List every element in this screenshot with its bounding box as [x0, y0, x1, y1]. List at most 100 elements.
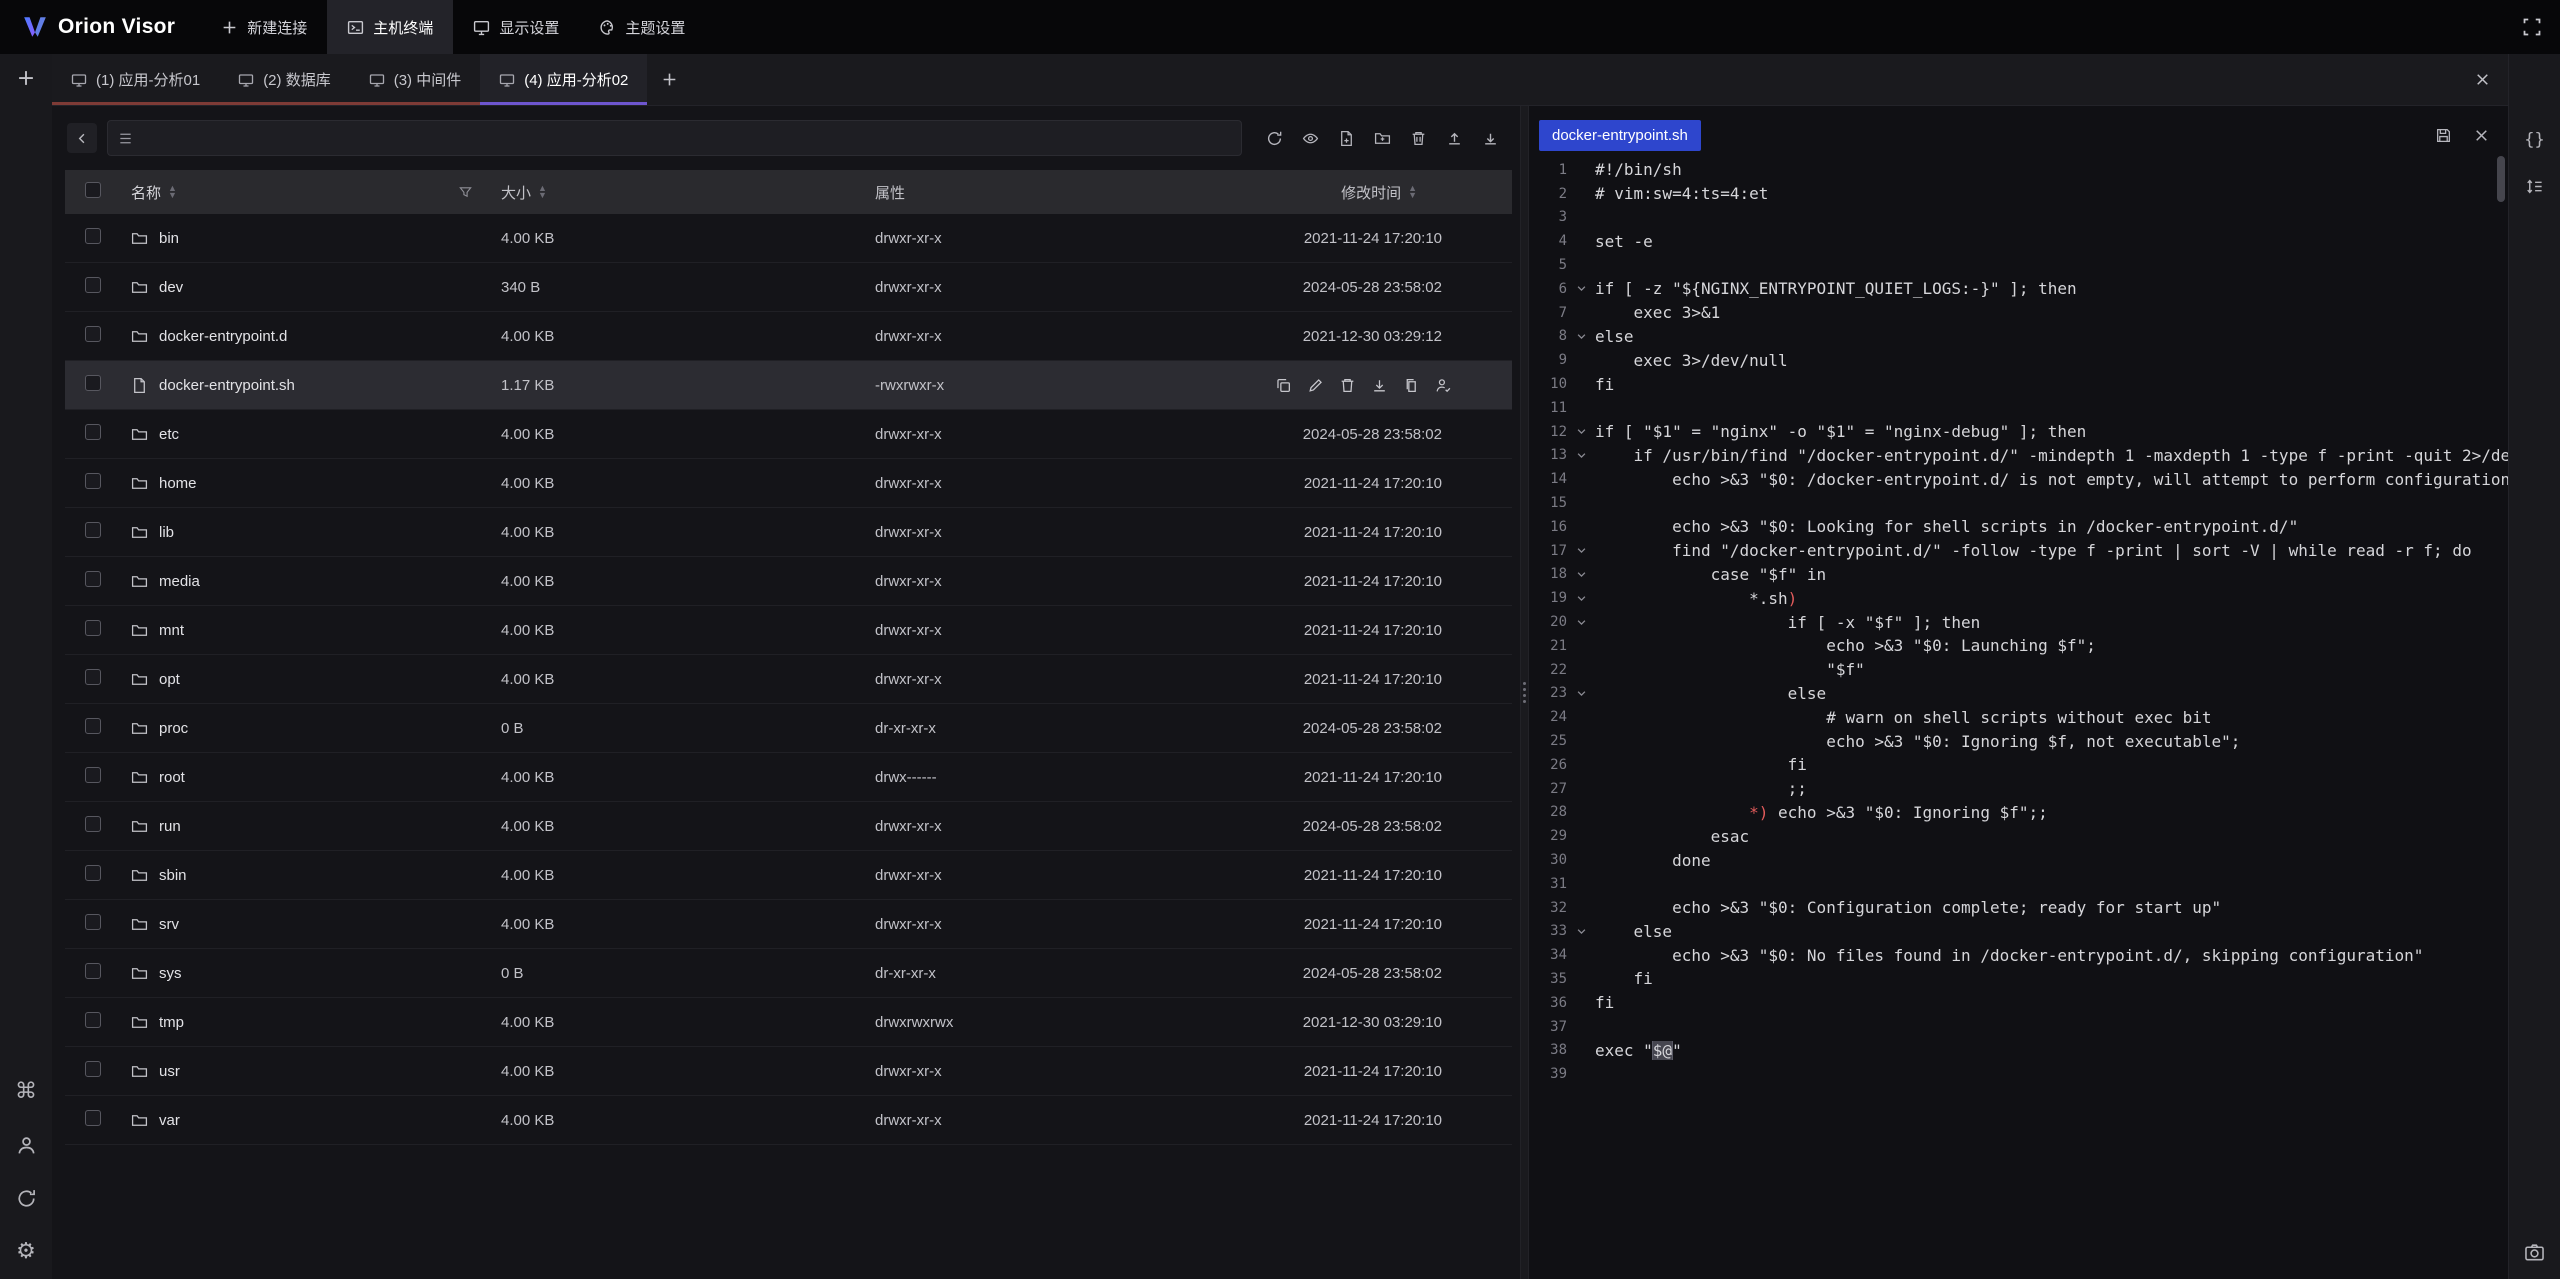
file-row-var[interactable]: var 4.00 KB drwxr-xr-x 2021-11-24 17:20:…	[65, 1096, 1512, 1145]
row-checkbox[interactable]	[85, 767, 101, 783]
fold-chevron-icon[interactable]	[1567, 544, 1595, 557]
download-icon[interactable]	[1371, 377, 1388, 394]
file-row-media[interactable]: media 4.00 KB drwxr-xr-x 2021-11-24 17:2…	[65, 557, 1512, 606]
new-folder-icon[interactable]	[1366, 122, 1398, 154]
file-row-dev[interactable]: dev 340 B drwxr-xr-x 2024-05-28 23:58:02	[65, 263, 1512, 312]
row-checkbox[interactable]	[85, 963, 101, 979]
code-area[interactable]: 1 #!/bin/sh 2 # vim:sw=4:ts=4:et 3 4 set…	[1529, 154, 2508, 1279]
new-tab-button[interactable]	[647, 54, 691, 105]
editor-file-tab[interactable]: docker-entrypoint.sh	[1539, 120, 1701, 151]
braces-icon[interactable]: {}	[2524, 132, 2544, 149]
path-tree-icon[interactable]	[118, 131, 133, 146]
settings-icon[interactable]: ⚙	[16, 1241, 36, 1263]
file-row-docker-entrypoint.sh[interactable]: docker-entrypoint.sh 1.17 KB -rwxrwxr-x	[65, 361, 1512, 410]
row-checkbox[interactable]	[85, 522, 101, 538]
edit-icon[interactable]	[1307, 377, 1324, 394]
fold-chevron-icon[interactable]	[1567, 282, 1595, 295]
file-row-etc[interactable]: etc 4.00 KB drwxr-xr-x 2024-05-28 23:58:…	[65, 410, 1512, 459]
file-row-opt[interactable]: opt 4.00 KB drwxr-xr-x 2021-11-24 17:20:…	[65, 655, 1512, 704]
column-header-name[interactable]: 名称 ▲▼	[131, 182, 501, 203]
filter-icon[interactable]	[458, 185, 473, 200]
menu-item-new-connection[interactable]: 新建连接	[201, 0, 327, 54]
file-row-sys[interactable]: sys 0 B dr-xr-xr-x 2024-05-28 23:58:02	[65, 949, 1512, 998]
fullscreen-icon[interactable]	[2522, 17, 2542, 37]
fold-chevron-icon[interactable]	[1567, 687, 1595, 700]
refresh-icon[interactable]	[1258, 122, 1290, 154]
file-row-docker-entrypoint.d[interactable]: docker-entrypoint.d 4.00 KB drwxr-xr-x 2…	[65, 312, 1512, 361]
row-checkbox[interactable]	[85, 669, 101, 685]
row-checkbox[interactable]	[85, 571, 101, 587]
user-icon[interactable]	[16, 1135, 37, 1156]
file-row-bin[interactable]: bin 4.00 KB drwxr-xr-x 2021-11-24 17:20:…	[65, 214, 1512, 263]
row-checkbox[interactable]	[85, 914, 101, 930]
file-row-usr[interactable]: usr 4.00 KB drwxr-xr-x 2021-11-24 17:20:…	[65, 1047, 1512, 1096]
download-icon[interactable]	[1474, 122, 1506, 154]
new-file-icon[interactable]	[1330, 122, 1362, 154]
code-text: echo >&3 "$0: Looking for shell scripts …	[1595, 517, 2508, 536]
column-header-mtime[interactable]: 修改时间 ▲▼	[1275, 182, 1512, 203]
file-row-lib[interactable]: lib 4.00 KB drwxr-xr-x 2021-11-24 17:20:…	[65, 508, 1512, 557]
row-checkbox[interactable]	[85, 424, 101, 440]
fold-chevron-icon[interactable]	[1567, 330, 1595, 343]
row-checkbox[interactable]	[85, 277, 101, 293]
file-row-home[interactable]: home 4.00 KB drwxr-xr-x 2021-11-24 17:20…	[65, 459, 1512, 508]
terminal-tab-4[interactable]: (4) 应用-分析02	[480, 54, 647, 105]
terminal-tab-1[interactable]: (1) 应用-分析01	[52, 54, 219, 105]
menu-item-host-terminal[interactable]: 主机终端	[327, 0, 453, 54]
fold-chevron-icon[interactable]	[1567, 449, 1595, 462]
close-panel-icon[interactable]	[2474, 71, 2491, 88]
fold-chevron-icon[interactable]	[1567, 616, 1595, 629]
delete-icon[interactable]	[1339, 377, 1356, 394]
fold-chevron-icon[interactable]	[1567, 568, 1595, 581]
file-row-sbin[interactable]: sbin 4.00 KB drwxr-xr-x 2021-11-24 17:20…	[65, 851, 1512, 900]
camera-icon[interactable]	[2524, 1242, 2545, 1263]
fold-chevron-icon[interactable]	[1567, 925, 1595, 938]
terminal-tab-2[interactable]: (2) 数据库	[219, 54, 350, 105]
file-row-root[interactable]: root 4.00 KB drwx------ 2021-11-24 17:20…	[65, 753, 1512, 802]
select-all-checkbox[interactable]	[85, 182, 101, 198]
copy-path-icon[interactable]	[1275, 377, 1292, 394]
editor-scrollbar[interactable]	[2497, 156, 2505, 202]
row-checkbox[interactable]	[85, 718, 101, 734]
panel-resize-handle[interactable]	[1520, 106, 1529, 1279]
row-checkbox[interactable]	[85, 375, 101, 391]
command-icon[interactable]: ⌘	[15, 1081, 37, 1103]
sync-icon[interactable]	[16, 1188, 37, 1209]
upload-icon[interactable]	[1438, 122, 1470, 154]
copy-icon[interactable]	[1403, 377, 1420, 394]
fold-chevron-icon[interactable]	[1567, 592, 1595, 605]
preview-icon[interactable]	[1294, 122, 1326, 154]
close-icon[interactable]	[2468, 122, 2494, 148]
permission-icon[interactable]	[1435, 377, 1452, 394]
back-button[interactable]	[67, 123, 97, 153]
path-input[interactable]	[142, 130, 1231, 147]
sort-icon[interactable]: ▲▼	[538, 185, 547, 199]
row-checkbox[interactable]	[85, 326, 101, 342]
line-spacing-icon[interactable]	[2525, 177, 2544, 196]
column-header-size[interactable]: 大小 ▲▼	[501, 182, 875, 203]
file-row-tmp[interactable]: tmp 4.00 KB drwxrwxrwx 2021-12-30 03:29:…	[65, 998, 1512, 1047]
row-checkbox[interactable]	[85, 1110, 101, 1126]
menu-item-theme-settings[interactable]: 主题设置	[579, 0, 705, 54]
row-checkbox[interactable]	[85, 816, 101, 832]
add-icon[interactable]	[16, 68, 36, 88]
save-icon[interactable]	[2430, 122, 2456, 148]
row-checkbox[interactable]	[85, 620, 101, 636]
menu-item-display-settings[interactable]: 显示设置	[453, 0, 579, 54]
row-checkbox[interactable]	[85, 1061, 101, 1077]
delete-icon[interactable]	[1402, 122, 1434, 154]
fold-chevron-icon[interactable]	[1567, 425, 1595, 438]
row-checkbox[interactable]	[85, 865, 101, 881]
file-row-srv[interactable]: srv 4.00 KB drwxr-xr-x 2021-11-24 17:20:…	[65, 900, 1512, 949]
row-checkbox[interactable]	[85, 1012, 101, 1028]
file-name: home	[159, 475, 197, 492]
sort-icon[interactable]: ▲▼	[1408, 185, 1417, 199]
row-checkbox[interactable]	[85, 228, 101, 244]
file-row-proc[interactable]: proc 0 B dr-xr-xr-x 2024-05-28 23:58:02	[65, 704, 1512, 753]
tab-status-underline	[480, 102, 647, 105]
row-checkbox[interactable]	[85, 473, 101, 489]
sort-icon[interactable]: ▲▼	[168, 185, 177, 199]
file-row-mnt[interactable]: mnt 4.00 KB drwxr-xr-x 2021-11-24 17:20:…	[65, 606, 1512, 655]
file-row-run[interactable]: run 4.00 KB drwxr-xr-x 2024-05-28 23:58:…	[65, 802, 1512, 851]
terminal-tab-3[interactable]: (3) 中间件	[350, 54, 481, 105]
